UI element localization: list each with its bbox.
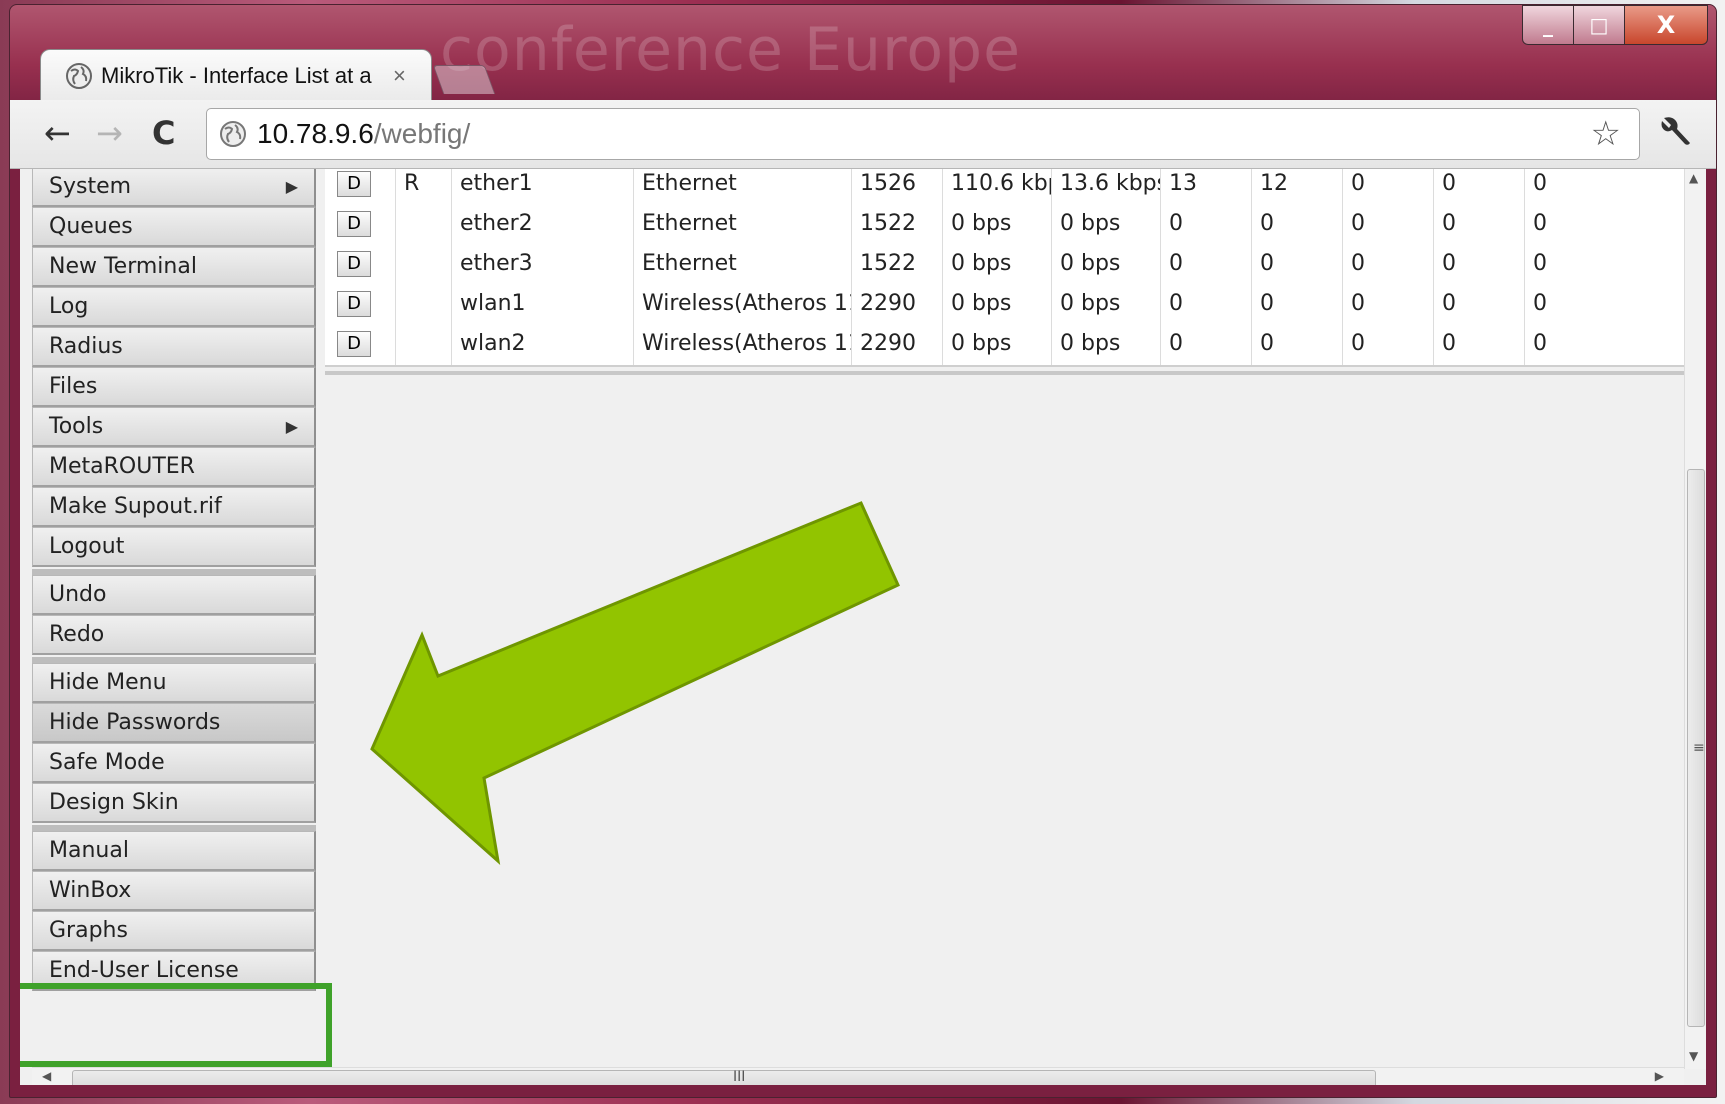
annotation-arrow-icon [370,501,900,865]
browser-tab[interactable]: MikroTik - Interface List at a × [40,49,432,102]
new-tab-button[interactable] [432,65,496,94]
url-host: 10.78.9.6 [257,118,374,149]
forward-arrow-icon[interactable]: → [96,114,123,152]
wrench-icon[interactable] [1658,114,1692,148]
webfig-content: System ▶ Queues New Terminal Log Radius Files T… [20,169,1706,1085]
reload-icon[interactable]: C [152,114,175,152]
close-window-button[interactable]: X [1624,5,1708,45]
bookmark-star-icon[interactable]: ☆ [1591,114,1621,154]
maximize-button[interactable]: □ [1573,5,1625,45]
url-path: /webfig/ [373,118,471,149]
minimize-button[interactable]: _ [1522,5,1574,45]
titlebar-background-text: conference Europe [440,15,1022,85]
tab-title: MikroTik - Interface List at a [101,63,372,88]
tab-close-icon[interactable]: × [393,63,406,89]
back-arrow-icon[interactable]: ← [44,114,71,152]
browser-toolbar: ← → C 10.78.9.6/webfig/ ☆ [10,100,1716,169]
globe-icon [66,63,92,89]
page-globe-icon [220,121,246,147]
address-bar[interactable]: 10.78.9.6/webfig/ ☆ [206,108,1640,160]
window-controls: _ □ X [1522,5,1708,45]
browser-window: conference Europe _ □ X MikroTik - Inter… [9,4,1717,1098]
